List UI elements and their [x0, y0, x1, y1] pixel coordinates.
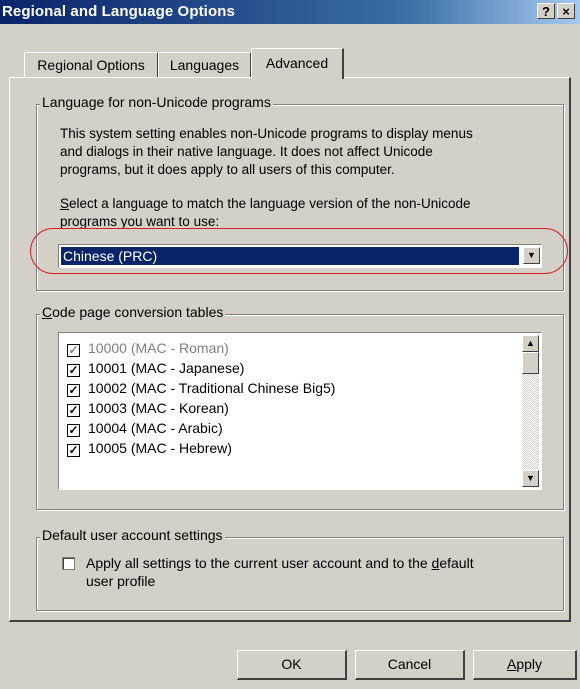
list-item[interactable]: ✓ 10000 (MAC - Roman)	[67, 338, 229, 358]
code-page-legend: Code page conversion tables	[40, 304, 226, 320]
tab-languages[interactable]: Languages	[158, 52, 251, 78]
label-text-line2: user profile	[86, 573, 156, 589]
tab-regional-options[interactable]: Regional Options	[24, 52, 158, 78]
checkbox-checked[interactable]: ✓	[67, 344, 80, 357]
close-button[interactable]: ×	[557, 3, 575, 19]
apply-label: pply	[516, 656, 543, 672]
checkbox-checked[interactable]: ✓	[67, 364, 80, 377]
label-text: elect a language to match the language v…	[69, 196, 471, 211]
list-item[interactable]: ✓ 10001 (MAC - Japanese)	[67, 358, 244, 378]
list-item-label: 10004 (MAC - Arabic)	[88, 420, 223, 436]
scroll-down-button[interactable]: ▼	[522, 470, 539, 487]
apply-default-label[interactable]: Apply all settings to the current user a…	[86, 554, 474, 590]
list-item-label: 10000 (MAC - Roman)	[88, 340, 229, 356]
tab-advanced[interactable]: Advanced	[251, 48, 344, 79]
dialog-window: Regional and Language Options ? × Region…	[0, 0, 580, 689]
select-language-label: Select a language to match the language …	[60, 195, 471, 231]
list-item[interactable]: ✓ 10002 (MAC - Traditional Chinese Big5)	[67, 378, 335, 398]
checkbox-checked[interactable]: ✓	[67, 444, 80, 457]
label-text: efault	[439, 555, 474, 571]
default-user-legend: Default user account settings	[40, 527, 225, 543]
accel-key: C	[42, 304, 53, 320]
legend-text: ode page conversion tables	[52, 304, 224, 320]
window-title: Regional and Language Options	[2, 3, 235, 20]
checkbox-checked[interactable]: ✓	[67, 404, 80, 417]
list-item[interactable]: ✓ 10004 (MAC - Arabic)	[67, 418, 223, 438]
close-icon: ×	[562, 4, 570, 19]
label-text: Apply all settings to the current user a…	[86, 555, 432, 571]
help-button[interactable]: ?	[537, 3, 555, 19]
apply-default-checkbox[interactable]	[62, 557, 75, 570]
code-page-list[interactable]: ✓ 10000 (MAC - Roman) ✓ 10001 (MAC - Japan…	[58, 332, 542, 490]
chevron-up-icon: ▲	[526, 338, 535, 348]
accel-key: S	[60, 196, 70, 211]
list-item-label: 10005 (MAC - Hebrew)	[88, 440, 232, 456]
cancel-button[interactable]: Cancel	[355, 650, 465, 680]
checkbox-checked[interactable]: ✓	[67, 424, 80, 437]
accel-key: A	[506, 656, 517, 672]
non-unicode-description: This system setting enables non-Unicode …	[60, 125, 473, 179]
ok-button[interactable]: OK	[237, 650, 347, 680]
list-item-label: 10001 (MAC - Japanese)	[88, 360, 245, 376]
annotation-highlight-ellipse	[30, 228, 568, 274]
description-line: This system setting enables non-Unicode …	[60, 126, 473, 141]
list-item[interactable]: ✓ 10003 (MAC - Korean)	[67, 398, 229, 418]
description-line: programs, but it does apply to all users…	[60, 162, 395, 177]
description-line: and dialogs in their native language. It…	[60, 144, 433, 159]
chevron-down-icon: ▼	[526, 473, 535, 483]
vertical-scrollbar[interactable]: ▲ ▼	[522, 335, 539, 487]
list-item-label: 10002 (MAC - Traditional Chinese Big5)	[88, 380, 336, 396]
list-item-label: 10003 (MAC - Korean)	[88, 400, 229, 416]
checkbox-checked[interactable]: ✓	[67, 384, 80, 397]
non-unicode-legend: Language for non-Unicode programs	[40, 94, 273, 110]
title-bar[interactable]: Regional and Language Options ? ×	[0, 0, 580, 24]
apply-button[interactable]: Apply	[473, 650, 577, 680]
scroll-up-button[interactable]: ▲	[522, 335, 539, 352]
scrollbar-thumb[interactable]	[522, 352, 539, 374]
list-item[interactable]: ✓ 10005 (MAC - Hebrew)	[67, 438, 232, 458]
